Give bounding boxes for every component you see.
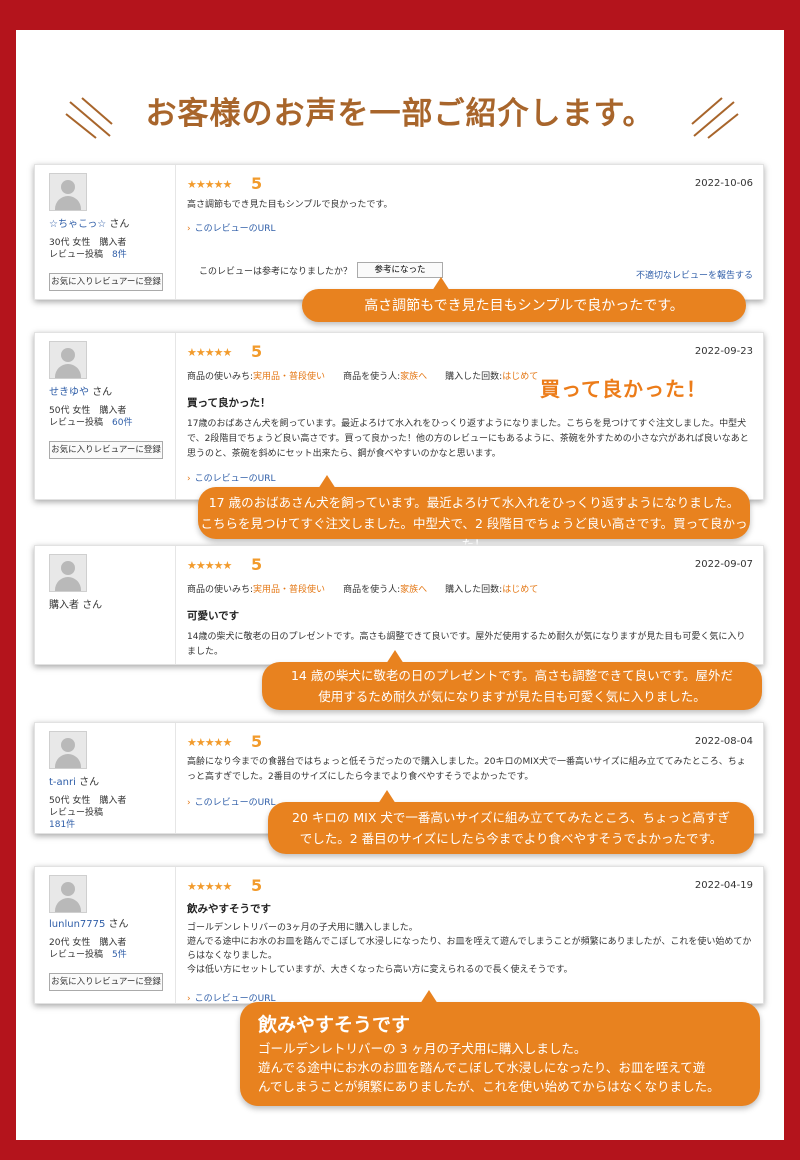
highlight-bubble: 17 歳のおばあさん犬を飼っています。最近よろけて水入れをひっくり返すようになり… [198, 475, 750, 552]
rating-score: 5 [251, 174, 263, 193]
review-url-link[interactable]: このレビューのURL [187, 471, 276, 484]
highlight-bubble: 飲みやすそうです ゴールデンレトリバーの 3 ヶ月の子犬用に購入しました。 遊ん… [240, 990, 760, 1106]
review-card: 購入者 さん ★★★★★ 5 2022-09-07 商品の使いみち:実用品・普段… [34, 545, 764, 665]
rating-score: 5 [251, 876, 263, 895]
star-rating: ★★★★★ [187, 178, 232, 191]
reviewer-name[interactable]: t-anri [49, 777, 76, 788]
review-date: 2022-09-07 [694, 559, 753, 570]
avatar [49, 731, 87, 769]
reviewer-meta: 30代 女性 購入者 レビュー投稿 8件 [49, 238, 127, 260]
star-rating: ★★★★★ [187, 880, 232, 893]
reviewer-name: 購入者 [49, 600, 79, 611]
star-rating: ★★★★★ [187, 559, 232, 572]
helpful-button[interactable]: 参考になった [357, 262, 443, 278]
rating-score: 5 [251, 342, 263, 361]
favorite-reviewer-button[interactable]: お気に入りレビュアーに登録 [49, 973, 163, 991]
favorite-reviewer-button[interactable]: お気に入りレビュアーに登録 [49, 273, 163, 291]
reviewer-name[interactable]: ☆ちゃこっ☆ [49, 219, 106, 230]
avatar [49, 173, 87, 211]
review-url-link[interactable]: このレビューのURL [187, 221, 276, 234]
reviewer-meta: 50代 女性 購入者 レビュー投稿 181件 [49, 796, 127, 830]
review-attributes: 商品の使いみち:実用品・普段使い 商品を使う人:家族へ 購入した回数:はじめて [187, 372, 539, 382]
avatar [49, 875, 87, 913]
avatar [49, 554, 87, 592]
reviewer-meta: 20代 女性 購入者 レビュー投稿 5件 [49, 938, 127, 960]
review-date: 2022-10-06 [694, 178, 753, 189]
review-attributes: 商品の使いみち:実用品・普段使い 商品を使う人:家族へ 購入した回数:はじめて [187, 585, 539, 595]
star-rating: ★★★★★ [187, 346, 232, 359]
review-date: 2022-08-04 [694, 736, 753, 747]
review-body: 14歳の柴犬に敬老の日のプレゼントです。高さも調整できて良いです。屋外だ使用する… [187, 632, 746, 657]
helpful-question: このレビューは参考になりましたか？ [199, 267, 353, 277]
review-body: 17歳のおばあさん犬を飼っています。最近よろけて水入れをひっくり返すようになりま… [187, 419, 749, 459]
avatar [49, 341, 87, 379]
review-title: 飲みやすそうです [187, 903, 271, 915]
star-rating: ★★★★★ [187, 736, 232, 749]
review-card: ☆ちゃこっ☆ さん 30代 女性 購入者 レビュー投稿 8件 お気に入りレビュア… [34, 164, 764, 300]
review-body: ゴールデンレトリバーの3ヶ月の子犬用に購入しました。 遊んでる途中にお水のお皿を… [187, 923, 752, 975]
review-url-link[interactable]: このレビューのURL [187, 795, 276, 808]
review-title: 買って良かった！ [187, 397, 271, 409]
highlight-heading: 買って良かった！ [540, 377, 707, 401]
review-date: 2022-04-19 [694, 880, 753, 891]
highlight-bubble: 高さ調節もでき見た目もシンプルで良かったです。 [302, 277, 746, 322]
reviewer-name[interactable]: せきゆや [49, 387, 89, 398]
review-body: 高さ調節もでき見た目もシンプルで良かったです。 [187, 200, 393, 210]
rating-score: 5 [251, 732, 263, 751]
highlight-bubble: 14 歳の柴犬に敬老の日のプレゼントです。高さも調整できて良いです。屋外だ 使用… [262, 650, 762, 710]
rating-score: 5 [251, 555, 263, 574]
report-link[interactable]: 不適切なレビューを報告する [636, 268, 753, 281]
review-card: lunlun7775 さん 20代 女性 購入者 レビュー投稿 5件 お気に入り… [34, 866, 764, 1004]
review-body: 高齢になり今までの食器台ではちょっと低そうだったので購入しました。20キロのMI… [187, 757, 746, 782]
heading-deco-right-icon [691, 97, 739, 139]
review-card: せきゆや さん 50代 女性 購入者 レビュー投稿 60件 お気に入りレビュアー… [34, 332, 764, 500]
page-title: お客様のお声を一部ご紹介します。 [145, 96, 655, 132]
review-date: 2022-09-23 [694, 346, 753, 357]
reviewer-name[interactable]: lunlun7775 [49, 919, 105, 930]
favorite-reviewer-button[interactable]: お気に入りレビュアーに登録 [49, 441, 163, 459]
highlight-bubble: 20 キロの MIX 犬で一番高いサイズに組み立ててみたところ、ちょっと高すぎ … [268, 790, 754, 854]
review-title: 可愛いです [187, 610, 240, 622]
reviewer-meta: 50代 女性 購入者 レビュー投稿 60件 [49, 406, 133, 428]
